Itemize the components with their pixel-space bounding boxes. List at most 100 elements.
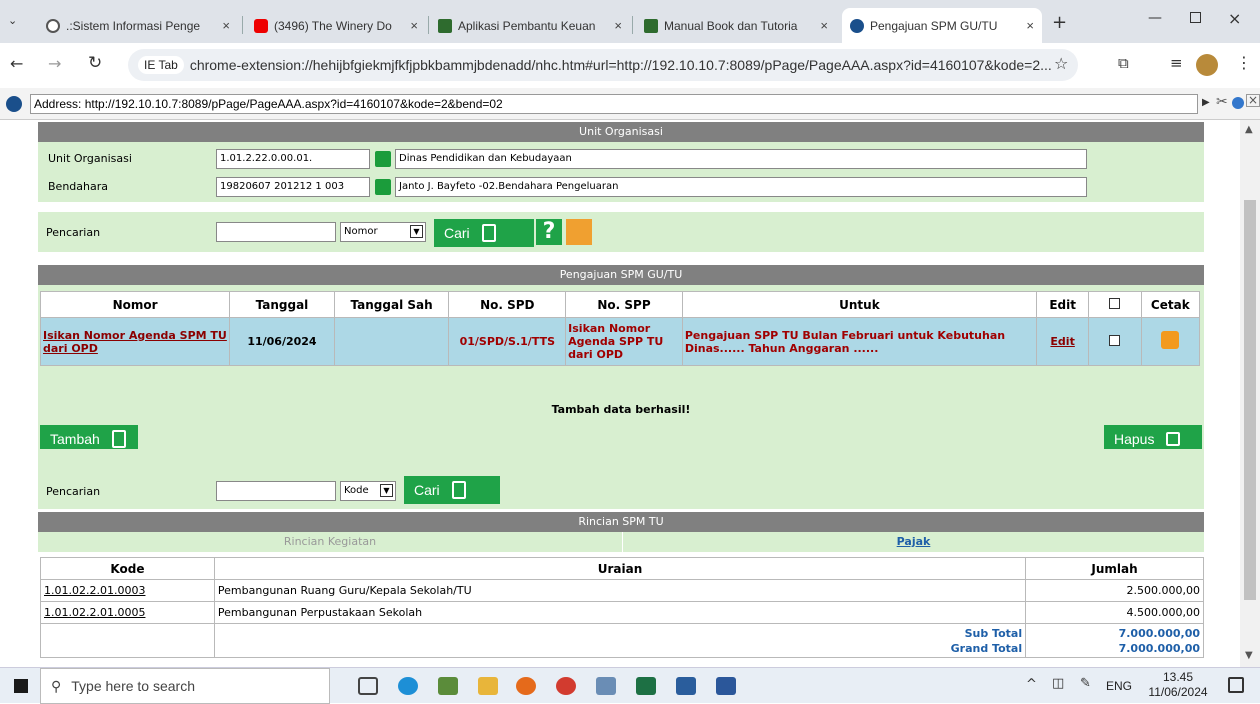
select-all-checkbox[interactable] [1109, 297, 1121, 309]
new-tab-icon[interactable]: + [1052, 12, 1067, 33]
table-row: Isikan Nomor Agenda SPM TU dari OPD 11/0… [39, 317, 1201, 366]
help-icon[interactable] [1232, 97, 1244, 109]
menu-icon[interactable]: ⋮ [1236, 53, 1252, 72]
ie-icon [850, 18, 864, 33]
globe-icon [46, 18, 60, 33]
bookmark-star-icon[interactable]: ☆ [1054, 54, 1068, 73]
notification-icon[interactable] [1228, 677, 1244, 693]
tab-rincian-kegiatan[interactable]: Rincian Kegiatan [38, 532, 622, 552]
search-type-select[interactable]: Nomor ▼ [340, 222, 426, 242]
print-icon[interactable] [1161, 331, 1180, 349]
windows-start-icon[interactable] [14, 679, 28, 693]
spm-header: Pengajuan SPM GU/TU [38, 265, 1204, 285]
excel-icon[interactable] [636, 677, 656, 695]
extensions-icon[interactable]: ⧉ [1118, 54, 1129, 72]
cari-button[interactable]: Cari [434, 219, 534, 247]
bendahara-code-field[interactable]: 19820607 201212 1 003 [216, 177, 370, 197]
reload-icon[interactable]: ↻ [88, 53, 102, 73]
cari-button[interactable]: Cari [404, 476, 500, 504]
row-checkbox[interactable] [1109, 334, 1121, 346]
rincian-header: Rincian SPM TU [38, 512, 1204, 532]
task-view-icon[interactable] [358, 677, 378, 695]
tab-search-icon[interactable]: ⌄ [8, 14, 17, 27]
forward-icon[interactable]: → [48, 54, 61, 73]
avatar[interactable] [1196, 54, 1218, 76]
close-ie-bar-icon[interactable]: × [1246, 94, 1260, 107]
firefox-icon[interactable] [516, 677, 536, 695]
browser-tab-4[interactable]: Manual Book dan Tutoria × [636, 8, 836, 43]
unit-name-field[interactable]: Dinas Pendidikan dan Kebudayaan [395, 149, 1087, 169]
restore-icon[interactable] [1190, 12, 1201, 23]
minimize-icon[interactable]: — [1148, 10, 1162, 26]
delete-icon [1166, 432, 1181, 446]
unit-code-field[interactable]: 1.01.2.22.0.00.01. [216, 149, 370, 169]
spm-table: Nomor Tanggal Tanggal Sah No. SPD No. SP… [39, 291, 1201, 366]
table-row: 1.01.02.2.01.0005 Pembangunan Perpustaka… [40, 601, 1204, 624]
grandtotal-value: 7.000.000,00 [1118, 641, 1200, 655]
document-icon [481, 224, 496, 242]
rincian-tabs: Rincian Kegiatan Pajak [38, 532, 1204, 552]
kode-link[interactable]: 1.01.02.2.01.0005 [44, 606, 145, 619]
search-label: Pencarian [46, 226, 101, 239]
tools-icon[interactable]: ✂ [1216, 94, 1228, 110]
file-explorer-icon[interactable] [478, 677, 498, 695]
search-unit-icon[interactable] [375, 151, 391, 167]
omnibox[interactable]: IE Tab chrome-extension://hehijbfgiekmjf… [128, 49, 1078, 81]
clock-date: 11/06/2024 [1148, 685, 1208, 699]
users-icon[interactable] [566, 219, 592, 245]
snipping-tool-icon[interactable] [596, 677, 616, 695]
network-icon[interactable]: ◫ [1052, 676, 1064, 691]
subtotal-label: Sub Total [964, 626, 1023, 640]
close-tab-icon[interactable]: × [614, 18, 622, 33]
scroll-down-icon[interactable]: ▼ [1245, 650, 1253, 661]
app-icon[interactable] [676, 677, 696, 695]
word-icon[interactable] [716, 677, 736, 695]
edit-link[interactable]: Edit [1050, 335, 1074, 348]
rincian-table: Kode Uraian Jumlah 1.01.02.2.01.0003 Pem… [40, 557, 1204, 658]
go-icon[interactable]: ▶ [1202, 97, 1210, 108]
ie-address-field[interactable]: Address: http://192.10.10.7:8089/pPage/P… [30, 94, 1198, 114]
col-jumlah: Jumlah [1025, 557, 1204, 580]
close-window-icon[interactable]: × [1228, 9, 1241, 28]
bendahara-name-field[interactable]: Janto J. Bayfeto -02.Bendahara Pengeluar… [395, 177, 1087, 197]
close-tab-icon[interactable]: × [820, 18, 828, 33]
nomor-link[interactable]: Isikan Nomor Agenda SPM TU dari OPD [43, 329, 227, 355]
pen-icon[interactable]: ✎ [1080, 676, 1091, 691]
col-kode: Kode [40, 557, 215, 580]
taskbar-search[interactable]: ⚲ Type here to search [40, 668, 330, 704]
search-input[interactable] [216, 222, 336, 242]
ietab-chip[interactable]: IE Tab [138, 56, 184, 74]
browser-tab-2[interactable]: (3496) The Winery Do × [246, 8, 426, 43]
close-tab-icon[interactable]: × [1026, 18, 1034, 33]
col-select-all[interactable] [1088, 291, 1142, 318]
help-button-icon[interactable]: ? [536, 219, 562, 245]
status-message: Tambah data berhasil! [551, 403, 691, 416]
close-tab-icon[interactable]: × [222, 18, 230, 33]
search-type-select[interactable]: Kode ▼ [340, 481, 396, 501]
url-text[interactable]: chrome-extension://hehijbfgiekmjfkfjpbkb… [190, 57, 1052, 73]
tab-pajak[interactable]: Pajak [622, 532, 1204, 552]
back-icon[interactable]: ← [10, 54, 23, 73]
scroll-thumb[interactable] [1244, 200, 1256, 600]
search-placeholder: Type here to search [71, 678, 196, 694]
search-input[interactable] [216, 481, 336, 501]
close-tab-icon[interactable]: × [410, 18, 418, 33]
page-scrollbar[interactable]: ▲ ▼ [1240, 120, 1260, 667]
search-bendahara-icon[interactable] [375, 179, 391, 195]
ie-address-value[interactable]: http://192.10.10.7:8089/pPage/PageAAA.as… [85, 97, 503, 111]
clock[interactable]: 13.45 11/06/2024 [1148, 670, 1208, 700]
no-spd-cell: 01/SPD/S.1/TTS [448, 317, 567, 366]
edge-icon[interactable] [398, 677, 418, 695]
app-icon[interactable] [438, 677, 458, 695]
browser-tab-5-active[interactable]: Pengajuan SPM GU/TU × [842, 8, 1042, 43]
browser-tab-3[interactable]: Aplikasi Pembantu Keuan × [430, 8, 630, 43]
browser-tab-1[interactable]: .:Sistem Informasi Penge × [38, 8, 238, 43]
chevron-up-icon[interactable]: ^ [1026, 677, 1037, 692]
scroll-up-icon[interactable]: ▲ [1245, 124, 1253, 135]
language-indicator[interactable]: ENG [1106, 679, 1132, 693]
reading-list-icon[interactable]: ≡ [1170, 54, 1183, 72]
spm-panel-lower: Tambah data berhasil! Tambah Hapus [38, 389, 1204, 453]
kode-link[interactable]: 1.01.02.2.01.0003 [44, 584, 145, 597]
spm-panel: Nomor Tanggal Tanggal Sah No. SPD No. SP… [38, 285, 1204, 389]
chrome-icon[interactable] [556, 677, 576, 695]
